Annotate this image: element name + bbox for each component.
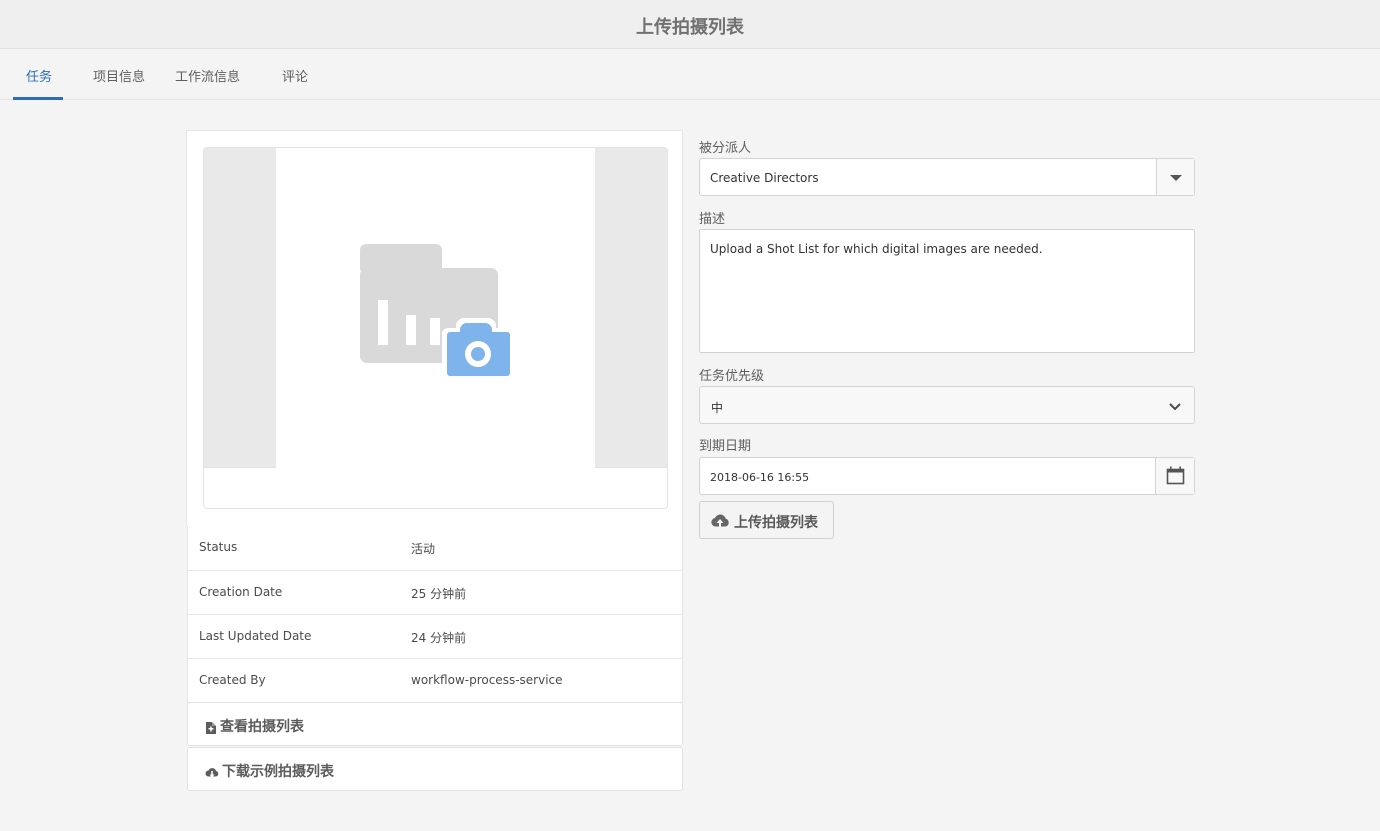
assignee-dropdown-button[interactable] xyxy=(1156,159,1194,195)
description-field[interactable]: Upload a Shot List for which digital ima… xyxy=(699,229,1195,353)
table-row: Creation Date 25 分钟前 xyxy=(188,570,682,614)
tab-bar: 任务 项目信息 工作流信息 评论 xyxy=(0,49,1380,100)
calendar-button[interactable] xyxy=(1155,458,1194,494)
assignee-label: 被分派人 xyxy=(699,141,752,156)
view-shot-list-button[interactable]: 查看拍摄列表 xyxy=(187,702,683,746)
creation-date-label: Creation Date xyxy=(199,585,283,599)
task-details-table: Status 活动 Creation Date 25 分钟前 Last Upda… xyxy=(187,526,683,703)
priority-value: 中 xyxy=(711,401,724,415)
description-label: 描述 xyxy=(699,212,726,227)
due-date-label: 到期日期 xyxy=(699,439,752,454)
table-row: Status 活动 xyxy=(188,526,682,570)
download-sample-button[interactable]: 下载示例拍摄列表 xyxy=(187,747,683,791)
tab-task[interactable]: 任务 xyxy=(26,66,52,85)
tab-workflow-info[interactable]: 工作流信息 xyxy=(175,66,240,85)
table-row: Created By workflow-process-service xyxy=(188,658,682,702)
priority-label: 任务优先级 xyxy=(699,369,765,384)
assignee-value: Creative Directors xyxy=(710,171,819,185)
created-by-value: workflow-process-service xyxy=(411,673,563,687)
tab-comments[interactable]: 评论 xyxy=(282,66,308,85)
download-sample-label: 下载示例拍摄列表 xyxy=(222,764,334,780)
cloud-upload-icon xyxy=(710,513,730,534)
thumbnail-canvas xyxy=(276,148,595,468)
file-icon xyxy=(206,719,216,738)
last-updated-label: Last Updated Date xyxy=(199,629,312,643)
thumbnail-card xyxy=(186,130,683,526)
chevron-down-icon xyxy=(1168,398,1182,417)
table-row: Last Updated Date 24 分钟前 xyxy=(188,614,682,658)
folder-chart-camera-icon xyxy=(360,244,514,384)
calendar-icon xyxy=(1166,466,1185,485)
due-date-value: 2018-06-16 16:55 xyxy=(710,471,810,484)
due-date-input[interactable]: 2018-06-16 16:55 xyxy=(699,457,1195,495)
assignee-select[interactable]: Creative Directors xyxy=(699,158,1195,196)
status-value: 活动 xyxy=(411,542,436,556)
tab-project-info[interactable]: 项目信息 xyxy=(93,66,145,85)
created-by-label: Created By xyxy=(199,673,266,687)
page-title: 上传拍摄列表 xyxy=(636,17,744,38)
cloud-download-icon xyxy=(205,764,219,783)
status-label: Status xyxy=(199,540,238,554)
active-tab-indicator xyxy=(13,97,63,100)
priority-select[interactable]: 中 xyxy=(699,386,1195,424)
caret-down-icon xyxy=(1170,175,1182,181)
upload-shot-list-label: 上传拍摄列表 xyxy=(734,515,818,531)
title-bar: 上传拍摄列表 xyxy=(0,0,1380,49)
creation-date-value: 25 分钟前 xyxy=(411,587,467,601)
thumbnail-area xyxy=(204,148,667,468)
thumbnail-frame xyxy=(203,147,668,509)
view-shot-list-label: 查看拍摄列表 xyxy=(220,719,304,735)
last-updated-value: 24 分钟前 xyxy=(411,631,467,645)
upload-shot-list-button[interactable]: 上传拍摄列表 xyxy=(699,501,834,539)
